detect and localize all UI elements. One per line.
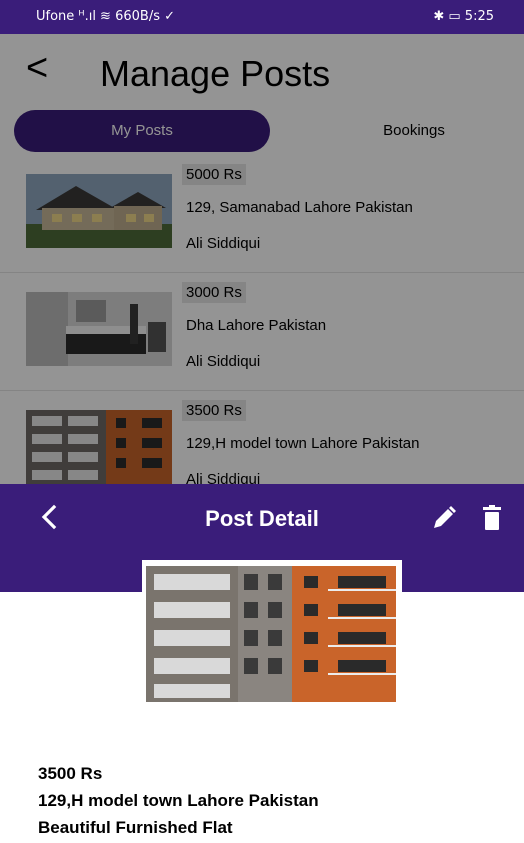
modal-overlay[interactable] (0, 34, 524, 490)
app-screen: Ufone ᴴ.ıl ≋ 660B/s ✓ ✱ ▭ 5:25 < Manage … (0, 0, 524, 843)
status-bar-left: Ufone ᴴ.ıl ≋ 660B/s ✓ (36, 9, 175, 24)
status-bar: Ufone ᴴ.ıl ≋ 660B/s ✓ ✱ ▭ 5:25 (0, 0, 524, 34)
post-detail-price: 3500 Rs (38, 764, 103, 783)
post-detail-sheet: Post Detail 3500 Rs 129,H model town Lah… (0, 484, 524, 843)
post-detail-info: 3500 Rs 129,H model town Lahore Pakistan… (38, 760, 319, 841)
post-detail-address: 129,H model town Lahore Pakistan (38, 791, 319, 810)
status-bar-right: ✱ ▭ 5:25 (433, 9, 494, 24)
apartment-building-photo (142, 560, 402, 708)
manage-posts-screen: Ufone ᴴ.ıl ≋ 660B/s ✓ ✱ ▭ 5:25 < Manage … (0, 0, 524, 490)
post-detail-description: Beautiful Furnished Flat (38, 818, 233, 837)
pencil-icon[interactable] (430, 504, 458, 532)
trash-icon[interactable] (480, 504, 504, 532)
